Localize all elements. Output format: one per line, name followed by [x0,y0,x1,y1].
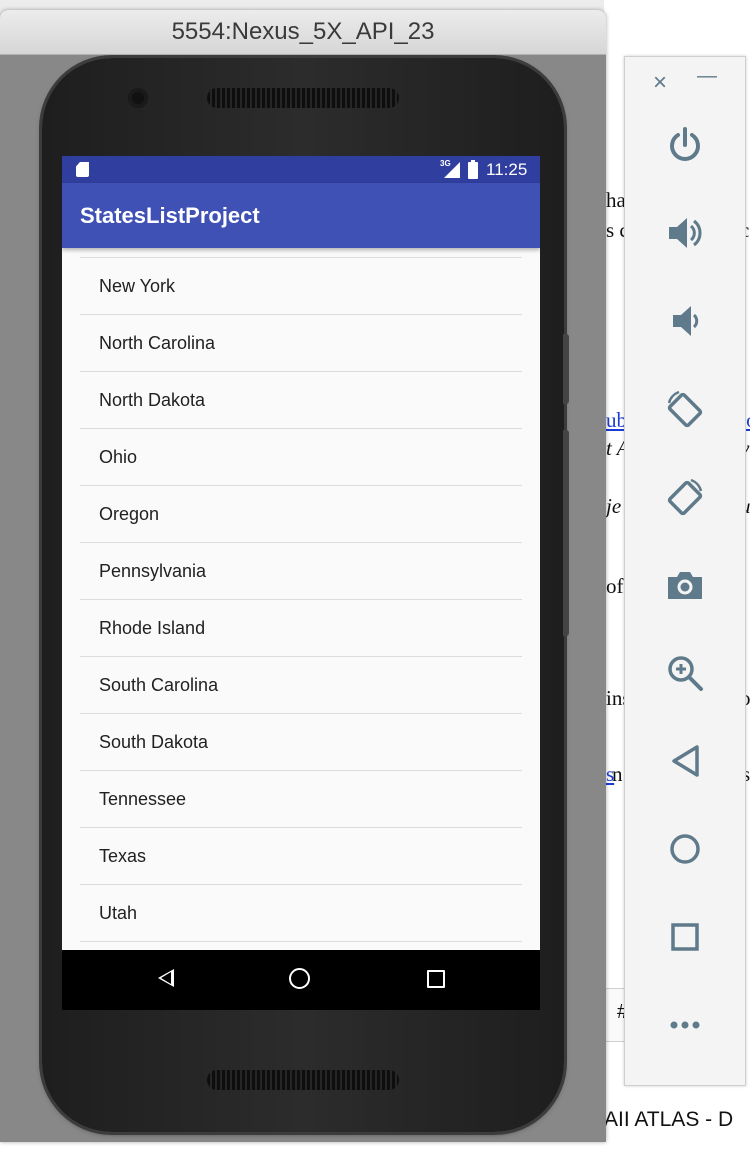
power-side-button [563,334,569,404]
list-item[interactable]: Texas [80,828,522,885]
list-item[interactable]: Oregon [80,486,522,543]
home-icon[interactable] [289,968,310,989]
battery-icon [468,160,478,179]
rotate-right-icon[interactable] [665,477,705,517]
background-text: ha [606,188,626,212]
background-text: n [612,762,623,786]
list-item[interactable]: South Dakota [80,714,522,771]
background-bottom-text: AII ATLAS - D [604,1108,734,1131]
back-icon[interactable] [665,741,705,781]
sd-card-icon [76,162,89,177]
volume-side-button [563,430,569,636]
volume-up-icon[interactable] [665,213,705,253]
front-camera [128,88,148,108]
overview-icon[interactable] [665,917,705,957]
camera-icon[interactable] [665,565,705,605]
background-text: of [606,574,624,598]
home-icon[interactable] [665,829,705,869]
list-item[interactable]: Tennessee [80,771,522,828]
zoom-icon[interactable] [665,653,705,693]
navigation-bar [62,950,540,1010]
list-item[interactable]: New York [80,258,522,315]
states-list[interactable]: New MexicoNew YorkNorth CarolinaNorth Da… [62,248,540,950]
list-item[interactable]: South Carolina [80,657,522,714]
recent-apps-icon[interactable] [427,970,445,988]
list-item[interactable]: North Dakota [80,372,522,429]
list-item[interactable]: North Carolina [80,315,522,372]
minimize-panel-button[interactable]: — [697,65,717,88]
window-title[interactable]: 5554:Nexus_5X_API_23 [0,10,606,55]
power-icon[interactable] [665,125,705,165]
list-item[interactable]: Pennsylvania [80,543,522,600]
top-speaker [207,88,399,108]
status-bar: 3G 11:25 [62,156,540,183]
phone-screen: 3G 11:25 StatesListProject New MexicoNew… [62,156,540,1010]
rotate-left-icon[interactable] [665,389,705,429]
list-item[interactable]: Ohio [80,429,522,486]
close-panel-button[interactable]: × [653,69,667,97]
list-item[interactable]: Rhode Island [80,600,522,657]
status-time: 11:25 [486,160,528,179]
emulator-control-panel: × — [624,56,746,1086]
more-options-icon[interactable] [665,1005,705,1045]
app-title: StatesListProject [80,203,260,228]
list-item[interactable]: Utah [80,885,522,942]
list-item[interactable]: New Mexico [80,248,522,258]
back-icon[interactable] [158,969,174,987]
background-text: je [606,494,622,518]
volume-down-icon[interactable] [665,301,705,341]
signal-icon [444,162,460,178]
bottom-speaker [207,1070,399,1090]
app-bar: StatesListProject [62,183,540,248]
